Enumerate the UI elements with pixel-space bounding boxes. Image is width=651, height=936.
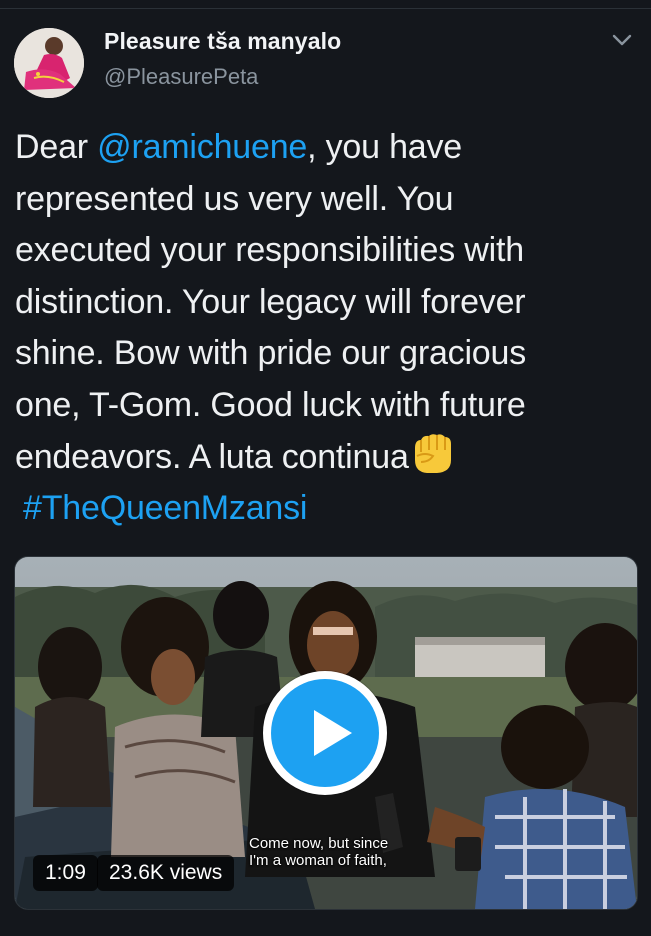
- subtitle-line: I'm a woman of faith,: [249, 852, 387, 869]
- display-name[interactable]: Pleasure tša manyalo: [104, 28, 341, 55]
- tweet-line: represented us very well. You: [15, 179, 454, 218]
- raised-fist-icon: [409, 432, 457, 476]
- tweet-line: one, T-Gom. Good luck with future: [15, 385, 526, 424]
- tweet-text: Dear @ramichuene, you have represented u…: [15, 122, 641, 535]
- tweet-line: #TheQueenMzansi: [15, 483, 641, 535]
- tweet-line: shine. Bow with pride our gracious: [15, 334, 527, 373]
- text-segment: , you have: [307, 128, 463, 166]
- hashtag-link[interactable]: #TheQueenMzansi: [23, 489, 307, 527]
- duration-badge: 1:09: [33, 855, 98, 891]
- tweet-line: Dear @ramichuene, you have: [15, 122, 641, 174]
- chevron-down-icon[interactable]: [610, 28, 634, 52]
- views-badge: 23.6K views: [97, 855, 235, 891]
- text-segment: endeavors. A luta continua: [15, 437, 409, 476]
- bottom-spacer: [0, 910, 651, 936]
- play-icon: [314, 710, 352, 756]
- text-segment: Dear: [15, 128, 98, 166]
- user-handle[interactable]: @PleasurePeta: [104, 64, 258, 90]
- mention-link[interactable]: @ramichuene: [97, 128, 307, 166]
- tweet[interactable]: Pleasure tša manyalo @PleasurePeta Dear …: [0, 0, 651, 936]
- play-button[interactable]: [263, 671, 387, 795]
- video-player[interactable]: Come now, but since I'm a woman of faith…: [14, 556, 638, 910]
- tweet-line: executed your responsibilities with: [15, 231, 524, 270]
- play-circle: [271, 679, 379, 787]
- tweet-line: distinction. Your legacy will forever: [15, 282, 526, 321]
- tweet-header: Pleasure tša manyalo @PleasurePeta: [14, 22, 634, 98]
- subtitle-line: Come now, but since: [249, 835, 389, 852]
- video-subtitle: Come now, but since I'm a woman of faith…: [249, 835, 409, 869]
- avatar[interactable]: [14, 28, 84, 98]
- tweet-line: endeavors. A luta continua: [15, 432, 641, 484]
